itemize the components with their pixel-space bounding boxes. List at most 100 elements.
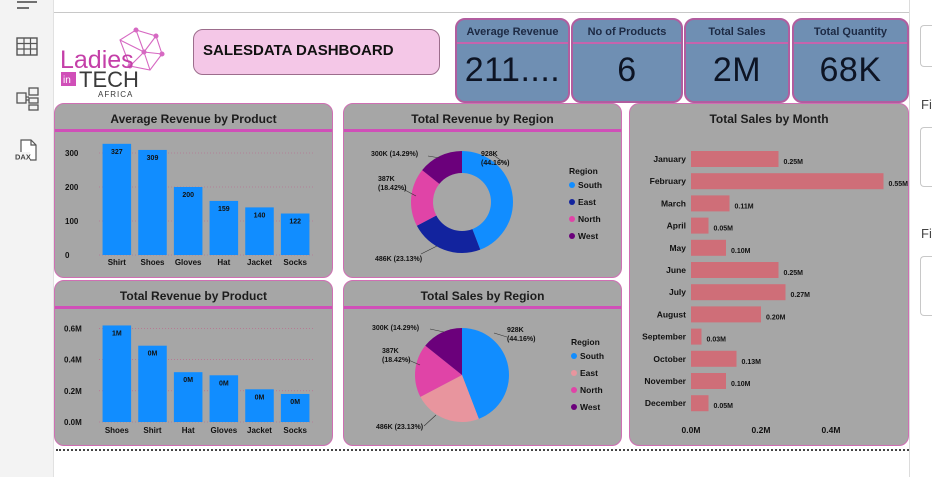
kpi-title: Total Quantity bbox=[813, 26, 888, 38]
slice-label: (18.42%) bbox=[378, 185, 406, 192]
x-tick-label: Hat bbox=[182, 426, 195, 435]
bar bbox=[691, 373, 726, 389]
y-tick-label: December bbox=[645, 398, 687, 408]
kpi-value: 6 bbox=[617, 51, 637, 89]
kpi-value: 2M bbox=[712, 51, 762, 89]
y-tick-label: 100 bbox=[65, 217, 79, 226]
bar bbox=[138, 149, 167, 255]
x-tick-label: 0.2M bbox=[752, 425, 771, 435]
slice-label: (18.42%) bbox=[382, 357, 410, 364]
x-tick-label: Jacket bbox=[247, 258, 272, 267]
kpi-card-total-quantity[interactable]: Total Quantity 68K bbox=[792, 18, 909, 103]
kpi-value: 68K bbox=[819, 51, 882, 89]
slice-label: 300K (14.29%) bbox=[372, 325, 419, 332]
dashboard-title-box: SALESDATA DASHBOARD bbox=[193, 29, 440, 75]
chart-total-sales-by-region[interactable]: Total Sales by Region 928K (44.16%) 486K (… bbox=[343, 280, 622, 446]
data-label: 0.20M bbox=[766, 314, 786, 321]
data-label: 0M bbox=[290, 399, 300, 406]
chart-average-revenue-by-product[interactable]: Average Revenue by Product 300 200 100 0 327… bbox=[54, 103, 333, 278]
leader-line bbox=[493, 332, 508, 338]
pie-slice bbox=[416, 215, 481, 253]
filter-card[interactable] bbox=[920, 25, 932, 67]
model-view-icon[interactable] bbox=[14, 86, 40, 112]
slice-label: 387K bbox=[382, 348, 399, 355]
filter-card[interactable] bbox=[920, 127, 932, 187]
data-label: 0M bbox=[148, 351, 158, 358]
legend-marker bbox=[569, 182, 575, 188]
dax-query-icon[interactable]: DAX bbox=[14, 138, 40, 164]
kpi-card-no-of-products[interactable]: No of Products 6 bbox=[571, 18, 683, 103]
leader-line bbox=[423, 414, 437, 427]
data-label: 140 bbox=[254, 212, 266, 219]
chart-total-revenue-by-region[interactable]: Total Revenue by Region 928K (44.16%) 486K… bbox=[343, 103, 622, 278]
data-label: 159 bbox=[218, 206, 230, 213]
data-label: 0.05M bbox=[714, 226, 734, 233]
data-label: 0.10M bbox=[731, 381, 751, 388]
y-tick-label: February bbox=[650, 176, 687, 186]
canvas-top-edge bbox=[54, 12, 909, 13]
data-label: 0.25M bbox=[784, 270, 804, 277]
data-label: 0.13M bbox=[742, 359, 762, 366]
data-label: 200 bbox=[182, 192, 194, 199]
legend-item: North bbox=[578, 214, 601, 224]
bar bbox=[691, 284, 786, 301]
legend-title: Region bbox=[571, 337, 600, 347]
x-tick-label: Shirt bbox=[143, 426, 162, 435]
legend-marker bbox=[569, 216, 575, 222]
y-tick-label: August bbox=[657, 309, 686, 319]
bar bbox=[691, 173, 884, 190]
filter-label: Fi bbox=[921, 97, 932, 112]
kpi-title: No of Products bbox=[587, 26, 667, 38]
data-label: 0.10M bbox=[731, 248, 751, 255]
legend-marker bbox=[571, 370, 577, 376]
bar bbox=[691, 262, 779, 278]
data-label: 0.05M bbox=[714, 403, 734, 410]
y-tick-label: 0.4M bbox=[64, 356, 82, 365]
logo-africa: AFRICA bbox=[98, 90, 133, 99]
logo-in: in bbox=[63, 75, 71, 86]
canvas-bottom-edge bbox=[56, 449, 909, 451]
x-tick-label: Shoes bbox=[140, 258, 165, 267]
kpi-card-average-revenue[interactable]: Average Revenue 211.... bbox=[455, 18, 570, 103]
data-label: 0.55M bbox=[889, 181, 909, 188]
kpi-value: 211.... bbox=[464, 51, 561, 89]
legend-marker bbox=[571, 404, 577, 410]
x-tick-label: Gloves bbox=[175, 258, 202, 267]
bar bbox=[691, 151, 779, 167]
left-nav-bar: DAX bbox=[0, 0, 54, 477]
legend-item: North bbox=[580, 385, 603, 395]
x-tick-label: 0.0M bbox=[682, 425, 701, 435]
data-label: 0.11M bbox=[735, 203, 754, 210]
data-label: 0.03M bbox=[707, 337, 727, 344]
x-tick-label: Jacket bbox=[247, 426, 272, 435]
data-label: 327 bbox=[111, 149, 123, 156]
bar bbox=[691, 350, 737, 367]
y-tick-label: January bbox=[653, 154, 686, 164]
y-tick-label: 0.2M bbox=[64, 387, 82, 396]
y-tick-label: 0.6M bbox=[64, 325, 82, 334]
data-label: 0M bbox=[183, 377, 193, 384]
legend-item: South bbox=[578, 180, 602, 190]
leader-line bbox=[420, 245, 438, 255]
y-tick-label: September bbox=[642, 332, 687, 342]
legend-marker bbox=[569, 233, 575, 239]
legend-item: East bbox=[580, 368, 598, 378]
legend-title: Region bbox=[569, 166, 598, 176]
filter-card[interactable] bbox=[920, 256, 932, 316]
kpi-title: Average Revenue bbox=[466, 26, 559, 38]
report-view-icon[interactable] bbox=[14, 0, 40, 14]
data-label: 0.27M bbox=[791, 292, 811, 299]
chart-total-revenue-by-product[interactable]: Total Revenue by Product 0.6M 0.4M 0.2M 0.0… bbox=[54, 280, 333, 446]
x-tick-label: Shoes bbox=[105, 426, 130, 435]
slice-label: 928K bbox=[507, 327, 524, 334]
bar bbox=[691, 239, 726, 256]
x-tick-label: 0.4M bbox=[822, 425, 841, 435]
bar bbox=[691, 217, 709, 234]
kpi-card-total-sales[interactable]: Total Sales 2M bbox=[684, 18, 790, 103]
legend-item: South bbox=[580, 351, 604, 361]
chart-total-sales-by-month[interactable]: Total Sales by Month January 0.25M Februar… bbox=[629, 103, 909, 446]
filters-pane: Fi Fi bbox=[909, 0, 932, 477]
legend-marker bbox=[569, 199, 575, 205]
table-view-icon[interactable] bbox=[14, 34, 40, 60]
y-tick-label: 200 bbox=[65, 183, 79, 192]
